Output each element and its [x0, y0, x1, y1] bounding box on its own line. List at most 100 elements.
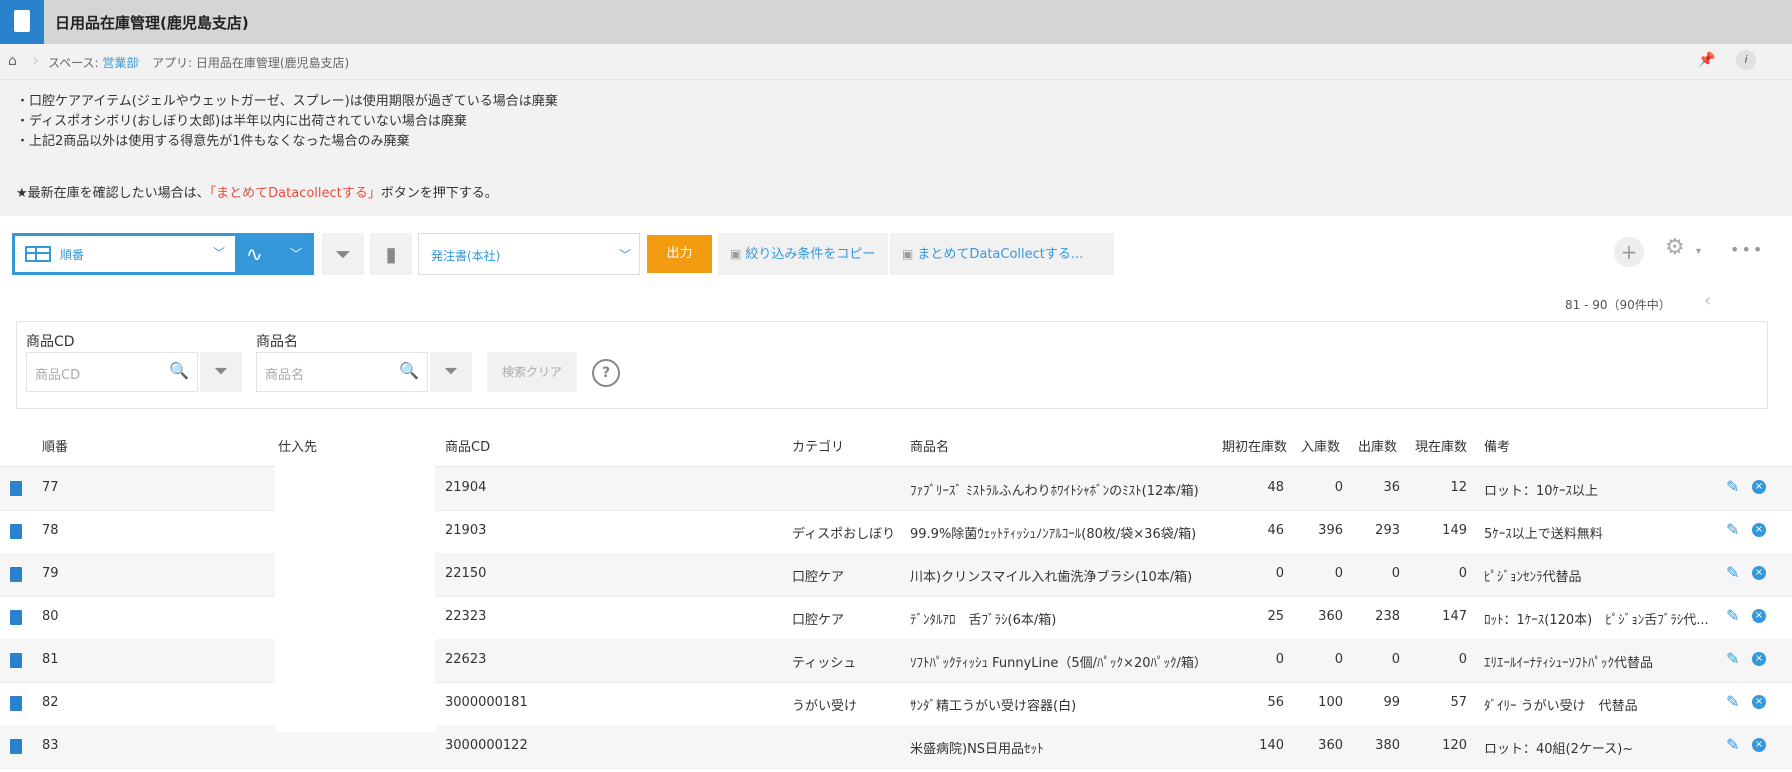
description-line: ・ディスポオシボリ(おしぼり太郎)は半年以内に出荷されていない場合は廃棄 — [16, 114, 467, 129]
table-cell: 147 — [1442, 609, 1467, 624]
edit-icon[interactable]: ✎ — [1726, 735, 1739, 754]
column-header[interactable]: 期初在庫数 — [1222, 436, 1287, 455]
column-header[interactable]: カテゴリ — [792, 436, 844, 455]
delete-icon[interactable]: × — [1752, 523, 1766, 537]
column-header[interactable]: 順番 — [42, 436, 68, 455]
record-detail-icon[interactable] — [10, 739, 22, 754]
edit-icon[interactable]: ✎ — [1726, 563, 1739, 582]
app-description: ・口腔ケアアイテム(ジェルやウェットガーゼ、スプレー)は使用期限が過ぎている場合… — [16, 92, 558, 152]
home-icon[interactable]: ⌂ — [8, 53, 17, 69]
column-header[interactable]: 備考 — [1484, 436, 1510, 455]
column-header[interactable]: 出庫数 — [1358, 436, 1397, 455]
filter-button[interactable]: ⏷ — [322, 233, 364, 275]
table-cell: ｴﾘｴｰﾙｲｰﾅﾃｨｼｭｰｿﾌﾄﾊﾟｯｸ代替品 — [1484, 656, 1654, 671]
search-icon[interactable]: 🔍 — [399, 361, 419, 380]
column-header[interactable]: 仕入先 — [278, 436, 317, 455]
delete-icon[interactable]: × — [1752, 609, 1766, 623]
column-header[interactable]: 商品CD — [445, 436, 490, 455]
table-view-icon — [25, 246, 51, 262]
output-button[interactable]: 出力 — [647, 235, 712, 273]
chart-button[interactable]: ▮ — [370, 233, 412, 275]
table-cell: 0 — [1275, 652, 1284, 667]
delete-icon[interactable]: × — [1752, 480, 1766, 494]
table-row[interactable]: 81 22623 ティッシュ ｿﾌﾄﾊﾟｯｸﾃｨｯｼｭ FunnyLine（5個/ﾊﾟ… — [0, 639, 1792, 683]
table-cell: 380 — [1375, 738, 1400, 753]
search-code-placeholder: 商品CD — [35, 368, 81, 383]
saved-filter-select[interactable]: 発注書(本社) ﹀ — [418, 233, 640, 275]
copy-icon: ▣ — [730, 247, 742, 261]
help-icon[interactable]: ? — [592, 359, 620, 387]
delete-icon[interactable]: × — [1752, 695, 1766, 709]
notice-text: ★最新在庫を確認したい場合は、「まとめてDatacollectする」ボタンを押下… — [16, 186, 498, 201]
table-cell: 293 — [1375, 523, 1400, 538]
app-icon[interactable] — [0, 0, 44, 44]
record-detail-icon[interactable] — [10, 610, 22, 625]
table-cell: 78 — [42, 523, 59, 538]
record-detail-icon[interactable] — [10, 567, 22, 582]
edit-icon[interactable]: ✎ — [1726, 649, 1739, 668]
record-detail-icon[interactable] — [10, 481, 22, 496]
table-row[interactable]: 78 21903 ディスポおしぼり 99.9%除菌ｳｪｯﾄﾃｨｯｼｭﾉﾝｱﾙｺｰﾙ(8… — [0, 510, 1792, 554]
table-cell: 21904 — [445, 480, 487, 495]
search-name-filter-button[interactable]: ⏷ — [430, 352, 472, 392]
chevron-down-icon[interactable]: ▾ — [1696, 246, 1701, 257]
table-row[interactable]: 83 3000000122 米盛病院)NS日用品ｾｯﾄ 140 360 380 120 ロット… — [0, 725, 1792, 769]
edit-icon[interactable]: ✎ — [1726, 477, 1739, 496]
delete-icon[interactable]: × — [1752, 566, 1766, 580]
column-header[interactable]: 現在庫数 — [1415, 436, 1467, 455]
table-cell: 3000000122 — [445, 738, 528, 753]
table-row[interactable]: 77 21904 ﾌｧﾌﾞﾘｰｽﾞ ﾐｽﾄﾗﾙふんわりﾎﾜｲﾄｼｬﾎﾞﾝのﾐｽﾄ(1… — [0, 467, 1792, 511]
table-cell: 79 — [42, 566, 59, 581]
graph-button[interactable]: ∿ ﹀ — [238, 236, 312, 272]
app-header: 日用品在庫管理(鹿児島支店) — [0, 0, 1792, 44]
more-icon[interactable]: ••• — [1730, 240, 1764, 259]
delete-icon[interactable]: × — [1752, 738, 1766, 752]
chevron-down-icon: ﹀ — [290, 247, 303, 261]
copy-icon: ▣ — [902, 247, 914, 261]
filter-icon: ⏷ — [335, 242, 351, 266]
table-cell: 川本)クリンスマイル入れ歯洗浄ブラシ(10本/箱) — [910, 570, 1193, 585]
search-icon[interactable]: 🔍 — [169, 361, 189, 380]
table-cell: 米盛病院)NS日用品ｾｯﾄ — [910, 742, 1044, 757]
edit-icon[interactable]: ✎ — [1726, 520, 1739, 539]
record-detail-icon[interactable] — [10, 696, 22, 711]
gear-icon[interactable]: ⚙ — [1665, 235, 1685, 260]
table-cell: 0 — [1458, 652, 1467, 667]
breadcrumb-space[interactable]: スペース: 営業部 — [48, 54, 138, 71]
edit-icon[interactable]: ✎ — [1726, 606, 1739, 625]
pin-icon[interactable]: 📌 — [1698, 52, 1715, 68]
table-cell: 22150 — [445, 566, 487, 581]
table-cell: ディスポおしぼり — [792, 527, 896, 542]
graph-icon: ∿ — [246, 242, 263, 266]
search-name-input[interactable]: 商品名 🔍 — [256, 352, 428, 392]
prev-page-icon[interactable]: ‹ — [1704, 290, 1711, 311]
table-cell: 82 — [42, 695, 59, 710]
breadcrumb-app[interactable]: アプリ: 日用品在庫管理(鹿児島支店) — [152, 54, 349, 71]
table-cell: 3000000181 — [445, 695, 528, 710]
search-code-filter-button[interactable]: ⏷ — [200, 352, 242, 392]
column-header[interactable]: 商品名 — [910, 436, 949, 455]
add-record-button[interactable]: + — [1614, 237, 1644, 267]
table-row[interactable]: 80 22323 口腔ケア ﾃﾞﾝﾀﾙｱﾛ 舌ﾌﾞﾗｼ(6本/箱) 25 360 238 14… — [0, 596, 1792, 640]
view-select[interactable]: 順番 ﹀ — [15, 236, 235, 272]
table-row[interactable]: 82 3000000181 うがい受け ｻﾝﾀﾞ精工うがい受け容器(白) 56 100 99… — [0, 682, 1792, 726]
datacollect-button[interactable]: ▣ まとめてDataCollectする... — [890, 233, 1114, 275]
record-detail-icon[interactable] — [10, 524, 22, 539]
table-cell: 140 — [1259, 738, 1284, 753]
column-header[interactable]: 入庫数 — [1301, 436, 1340, 455]
copy-filter-button[interactable]: ▣ 絞り込み条件をコピー — [718, 233, 888, 275]
table-row[interactable]: 79 22150 口腔ケア 川本)クリンスマイル入れ歯洗浄ブラシ(10本/箱) 0 0 0 0… — [0, 553, 1792, 597]
record-detail-icon[interactable] — [10, 653, 22, 668]
table-cell: 77 — [42, 480, 59, 495]
table-cell: 25 — [1267, 609, 1284, 624]
notice-highlight: 「まとめてDatacollectする」 — [209, 186, 381, 201]
table-cell: 81 — [42, 652, 59, 667]
edit-icon[interactable]: ✎ — [1726, 692, 1739, 711]
delete-icon[interactable]: × — [1752, 652, 1766, 666]
search-clear-button[interactable]: 検索クリア — [487, 352, 577, 392]
info-icon[interactable]: i — [1736, 50, 1756, 70]
table-cell: ｿﾌﾄﾊﾟｯｸﾃｨｯｼｭ FunnyLine（5個/ﾊﾟｯｸ×20ﾊﾟｯｸ/箱） — [910, 656, 1207, 671]
search-code-input[interactable]: 商品CD 🔍 — [26, 352, 198, 392]
filter-icon: ⏷ — [213, 361, 229, 382]
table-cell: 396 — [1318, 523, 1343, 538]
